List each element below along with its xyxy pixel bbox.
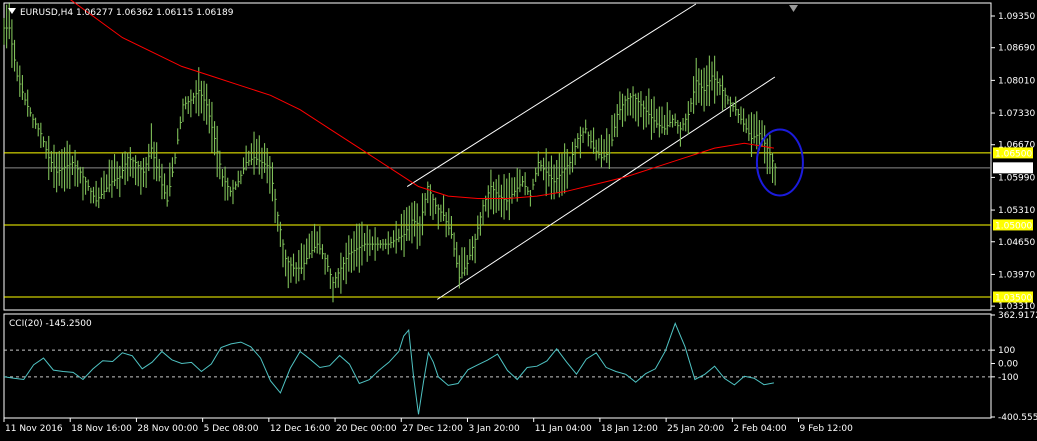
time-tick-label: 11 Jan 04:00 [535,424,592,434]
cci-header-text: CCI(20) -145.2500 [9,319,92,329]
time-tick-label: 18 Jan 12:00 [601,424,658,434]
level-label: 1.03500 [995,293,1032,303]
cci-line [3,322,774,415]
symbol-header-text: EURUSD,H4 1.06277 1.06362 1.06115 1.0618… [20,8,234,18]
time-tick-label: 18 Nov 16:00 [71,424,132,434]
price-tick-label: 1.03970 [998,270,1035,280]
cci-tick-label: 362.9172 [998,311,1037,321]
cci-tick-label: -400.5550 [998,413,1037,423]
time-tick-label: 5 Dec 08:00 [204,424,259,434]
time-axis: 11 Nov 2016 18 Nov 16:00 28 Nov 00:00 5 Dec… [3,418,854,434]
time-tick-label: 12 Dec 16:00 [270,424,331,434]
price-tick-label: 1.08690 [998,44,1035,54]
price-plot [3,0,991,303]
level-label: 1.06500 [995,149,1032,159]
cci-axis: 362.9172 100 0.00 -100 -400.5550 [991,311,1037,423]
time-tick-label: 28 Nov 00:00 [137,424,198,434]
chart-window: EURUSD,H4 1.06277 1.06362 1.06115 1.0618… [3,0,1037,434]
time-tick-label: 2 Feb 04:00 [733,424,787,434]
price-tick-label: 1.08010 [998,76,1035,86]
cci-tick-label: -100 [998,373,1019,383]
time-tick-label: 20 Dec 00:00 [336,424,397,434]
time-tick-label: 3 Jan 20:00 [468,424,520,434]
current-price-label: 1.06189 [995,164,1032,174]
cci-tick-label: 0.00 [998,359,1018,369]
cci-tick-label: 100 [998,346,1015,356]
cci-panel-frame [3,313,992,419]
price-tick-label: 1.05990 [998,173,1035,183]
time-tick-label: 11 Nov 2016 [5,424,63,434]
price-axis: 1.093501.086901.080101.073301.066701.059… [991,12,1035,312]
time-tick-label: 9 Feb 12:00 [800,424,854,434]
price-tick-label: 1.04650 [998,238,1035,248]
cci-plot [3,322,991,415]
shift-marker-icon[interactable] [789,5,798,12]
symbol-header: EURUSD,H4 1.06277 1.06362 1.06115 1.0618… [8,8,234,18]
price-tick-label: 1.05310 [998,206,1035,216]
highlight-circle [755,128,804,197]
price-tick-label: 1.09350 [998,12,1035,22]
price-tick-label: 1.07330 [998,109,1035,119]
time-tick-label: 27 Dec 12:00 [402,424,463,434]
price-panel-frame [3,2,992,311]
level-label: 1.05000 [995,221,1032,231]
time-tick-label: 25 Jan 20:00 [667,424,724,434]
